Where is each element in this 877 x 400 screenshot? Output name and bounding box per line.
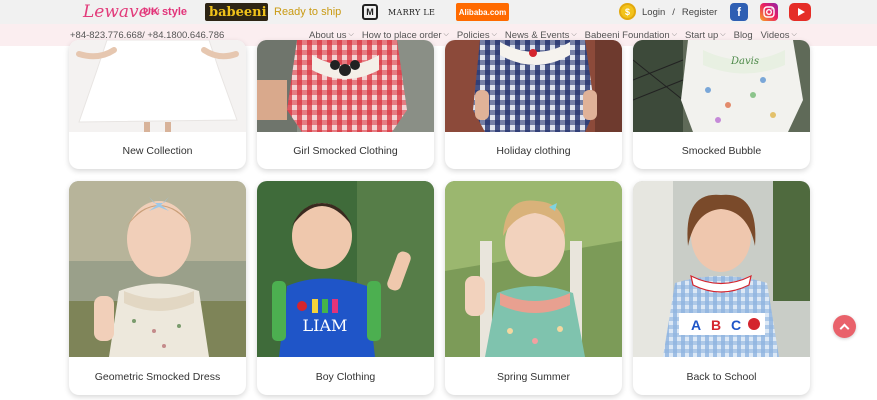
nav-item-label: Blog [733,29,753,41]
nav-item-label: How to place order [361,29,442,41]
category-label[interactable]: Girl Smocked Clothing [257,145,434,157]
login-link[interactable]: Login [642,7,665,18]
category-image[interactable] [445,181,622,357]
category-card-new-collection[interactable]: New Collection [69,40,246,169]
ready-to-ship-link[interactable]: Ready to ship [274,0,341,24]
category-image[interactable] [69,40,246,132]
svg-text:A: A [691,317,701,333]
category-image[interactable]: Davis [633,40,810,132]
category-card-holiday-clothing[interactable]: Holiday clothing [445,40,622,169]
svg-text:B: B [711,317,721,333]
nav-item-label: Policies [456,29,490,41]
babeeni-logo[interactable]: babeeni [205,3,268,21]
svg-text:C: C [731,317,741,333]
category-label[interactable]: Holiday clothing [445,145,622,157]
chevron-down-icon: ⌵ [443,31,449,38]
category-image[interactable]: LIAM [257,181,434,357]
chevron-down-icon: ⌵ [571,31,577,38]
nav-item-how-to-place-order[interactable]: How to place order ⌵ [358,30,453,41]
register-link[interactable]: Register [682,7,717,18]
facebook-icon[interactable]: f [730,3,748,21]
svg-text:Davis: Davis [730,56,759,67]
category-label[interactable]: Smocked Bubble [633,145,810,157]
svg-text:LIAM: LIAM [303,316,348,335]
category-card-smocked-bubble[interactable]: Davis Smocked Bubble [633,40,810,169]
chevron-up-icon[interactable] [833,315,856,338]
category-card-geometric-smocked-dress[interactable]: Geometric Smocked Dress [69,181,246,395]
login-separator: / [672,6,675,18]
chevron-down-icon: ⌵ [791,31,797,38]
category-card-boy-clothing[interactable]: LIAM Boy Clothing [257,181,434,395]
category-image[interactable] [69,181,246,357]
nav-item-policies[interactable]: Policies ⌵ [453,30,501,41]
nav-item-babeeni-foundation[interactable]: Babeeni Foundation ⌵ [581,30,681,41]
account-links: Login / Register [642,0,717,24]
category-label[interactable]: New Collection [69,145,246,157]
chevron-down-icon: ⌵ [671,31,678,38]
uk-style-link[interactable]: UK style [143,0,187,24]
category-label[interactable]: Back to School [633,371,810,383]
alibaba-logo[interactable]: Alibaba.com [456,3,509,21]
nav-item-start-up[interactable]: Start up ⌵ [681,30,730,41]
nav-item-label: Babeeni Foundation [584,29,670,41]
chevron-down-icon: ⌵ [720,31,726,38]
chevron-down-icon: ⌵ [491,31,497,38]
category-card-spring-summer[interactable]: Spring Summer [445,181,622,395]
nav-item-label: Start up [685,29,719,41]
lewave-logo-text: Lewave [83,2,149,22]
nav-item-about-us[interactable]: About us ⌵ [305,30,358,41]
instagram-icon[interactable] [760,3,778,21]
marry-le-icon[interactable]: M [362,4,378,20]
nav-item-label: Videos [760,29,790,41]
nav-item-news-events[interactable]: News & Events ⌵ [501,30,581,41]
category-image[interactable] [257,40,434,132]
chevron-down-icon: ⌵ [348,31,354,38]
top-bar: Lewave TM UK style babeeni Ready to ship … [0,0,877,24]
nav-item-videos[interactable]: Videos ⌵ [757,30,801,41]
youtube-icon[interactable] [789,3,811,21]
category-card-girl-smocked-clothing[interactable]: Girl Smocked Clothing [257,40,434,169]
nav-item-label: About us [309,29,347,41]
marry-le-link[interactable]: MARRY LE [388,0,435,24]
nav-item-label: News & Events [504,29,570,41]
category-label[interactable]: Boy Clothing [257,371,434,383]
category-label[interactable]: Geometric Smocked Dress [69,371,246,383]
category-image[interactable]: A B C [633,181,810,357]
coin-icon: $ [619,3,636,20]
category-label[interactable]: Spring Summer [445,371,622,383]
category-image[interactable] [445,40,622,132]
nav-item-blog[interactable]: Blog [730,30,757,41]
category-card-back-to-school[interactable]: A B C Back to School [633,181,810,395]
